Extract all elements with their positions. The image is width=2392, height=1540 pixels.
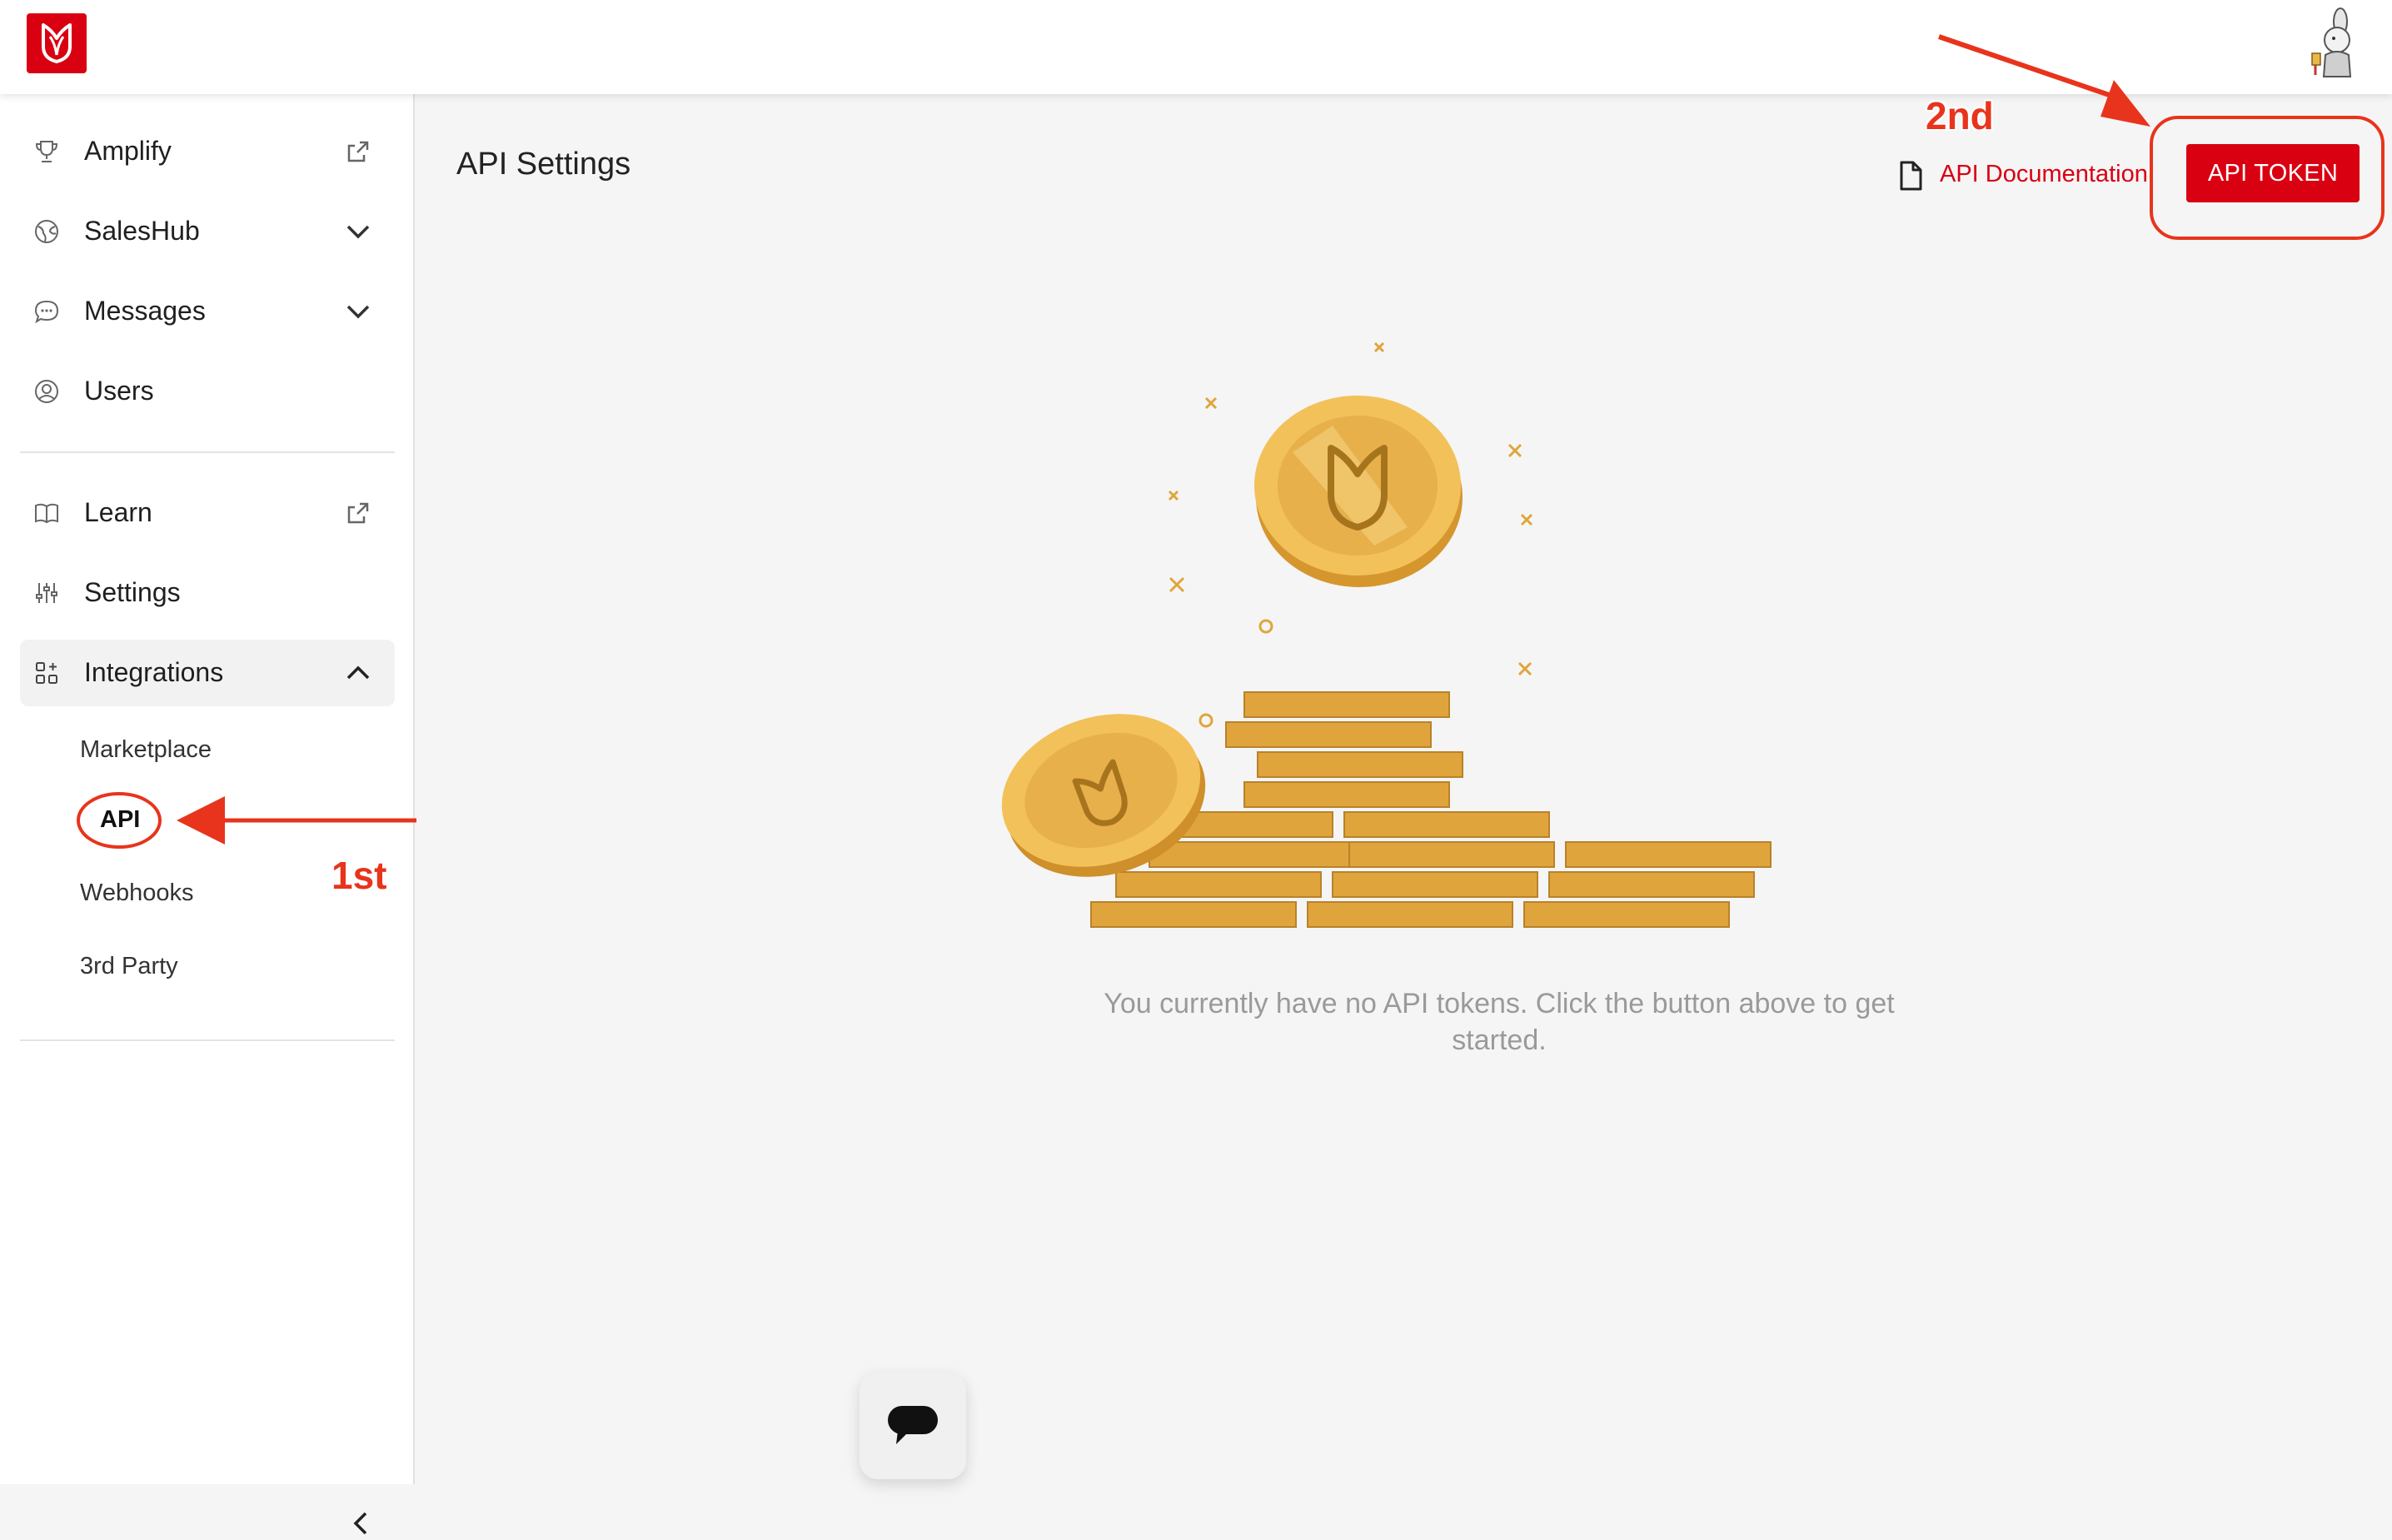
user-avatar[interactable] [2297, 7, 2372, 82]
sidebar-item-label: Amplify [84, 136, 172, 166]
api-documentation-label: API Documentation [1940, 161, 2148, 187]
sidebar-subitem-api[interactable]: API [100, 796, 175, 843]
sidebar-divider [20, 451, 395, 453]
sidebar-divider [20, 1039, 395, 1041]
grid-plus-icon [36, 662, 57, 684]
chat-widget-button[interactable] [860, 1373, 966, 1479]
chat-bubble-icon [34, 300, 59, 324]
empty-state-message: You currently have no API tokens. Click … [1104, 988, 1895, 1056]
api-token-button[interactable]: API TOKEN [2186, 144, 2360, 202]
sidebar-item-amplify[interactable]: Amplify [20, 118, 395, 185]
globe-icon [35, 220, 58, 243]
document-icon [1900, 161, 1922, 191]
trophy-icon [35, 141, 58, 162]
main-content: API Settings API Documentation API TOKEN [416, 94, 2392, 1484]
chevron-up-icon [346, 665, 370, 680]
leaning-coin [1001, 714, 1206, 877]
sliders-icon [36, 583, 57, 603]
sidebar-item-label: Integrations [84, 657, 224, 687]
chevron-down-icon [346, 225, 370, 239]
sidebar-item-integrations[interactable]: Integrations [20, 640, 395, 706]
external-link-icon [347, 502, 369, 524]
sidebar-item-messages[interactable]: Messages [20, 278, 395, 345]
avatar-cartoon-icon [2311, 7, 2352, 77]
sidebar-item-label: SalesHub [84, 216, 200, 246]
sidebar-subitem-3rd-party[interactable]: 3rd Party [80, 943, 346, 989]
brand-logo-icon [42, 23, 72, 63]
floating-coin [1254, 396, 1463, 587]
sidebar-item-users[interactable]: Users [20, 358, 395, 425]
sidebar-item-learn[interactable]: Learn [20, 480, 395, 546]
sidebar-item-settings[interactable]: Settings [20, 560, 395, 626]
brand-logo[interactable] [27, 13, 87, 73]
sidebar-item-label: Users [84, 376, 154, 406]
book-icon [35, 503, 58, 524]
chat-bubble-icon [888, 1406, 938, 1444]
sidebar-item-saleshub[interactable]: SalesHub [20, 198, 395, 265]
chevron-down-icon [346, 305, 370, 319]
coins-illustration [1001, 341, 1772, 928]
top-bar [0, 0, 2392, 94]
sidebar-item-label: Learn [84, 497, 152, 527]
sidebar-item-label: Settings [84, 577, 181, 607]
external-link-icon [347, 141, 369, 162]
page-title: API Settings [456, 147, 631, 182]
collapse-sidebar-icon[interactable] [345, 1507, 378, 1540]
user-circle-icon [35, 380, 58, 403]
sidebar: Amplify SalesHub Messages Users Learn Se… [0, 94, 415, 1535]
sidebar-subitem-webhooks[interactable]: Webhooks [80, 870, 346, 916]
sidebar-subitem-marketplace[interactable]: Marketplace [80, 726, 346, 773]
sidebar-item-label: Messages [84, 296, 206, 326]
